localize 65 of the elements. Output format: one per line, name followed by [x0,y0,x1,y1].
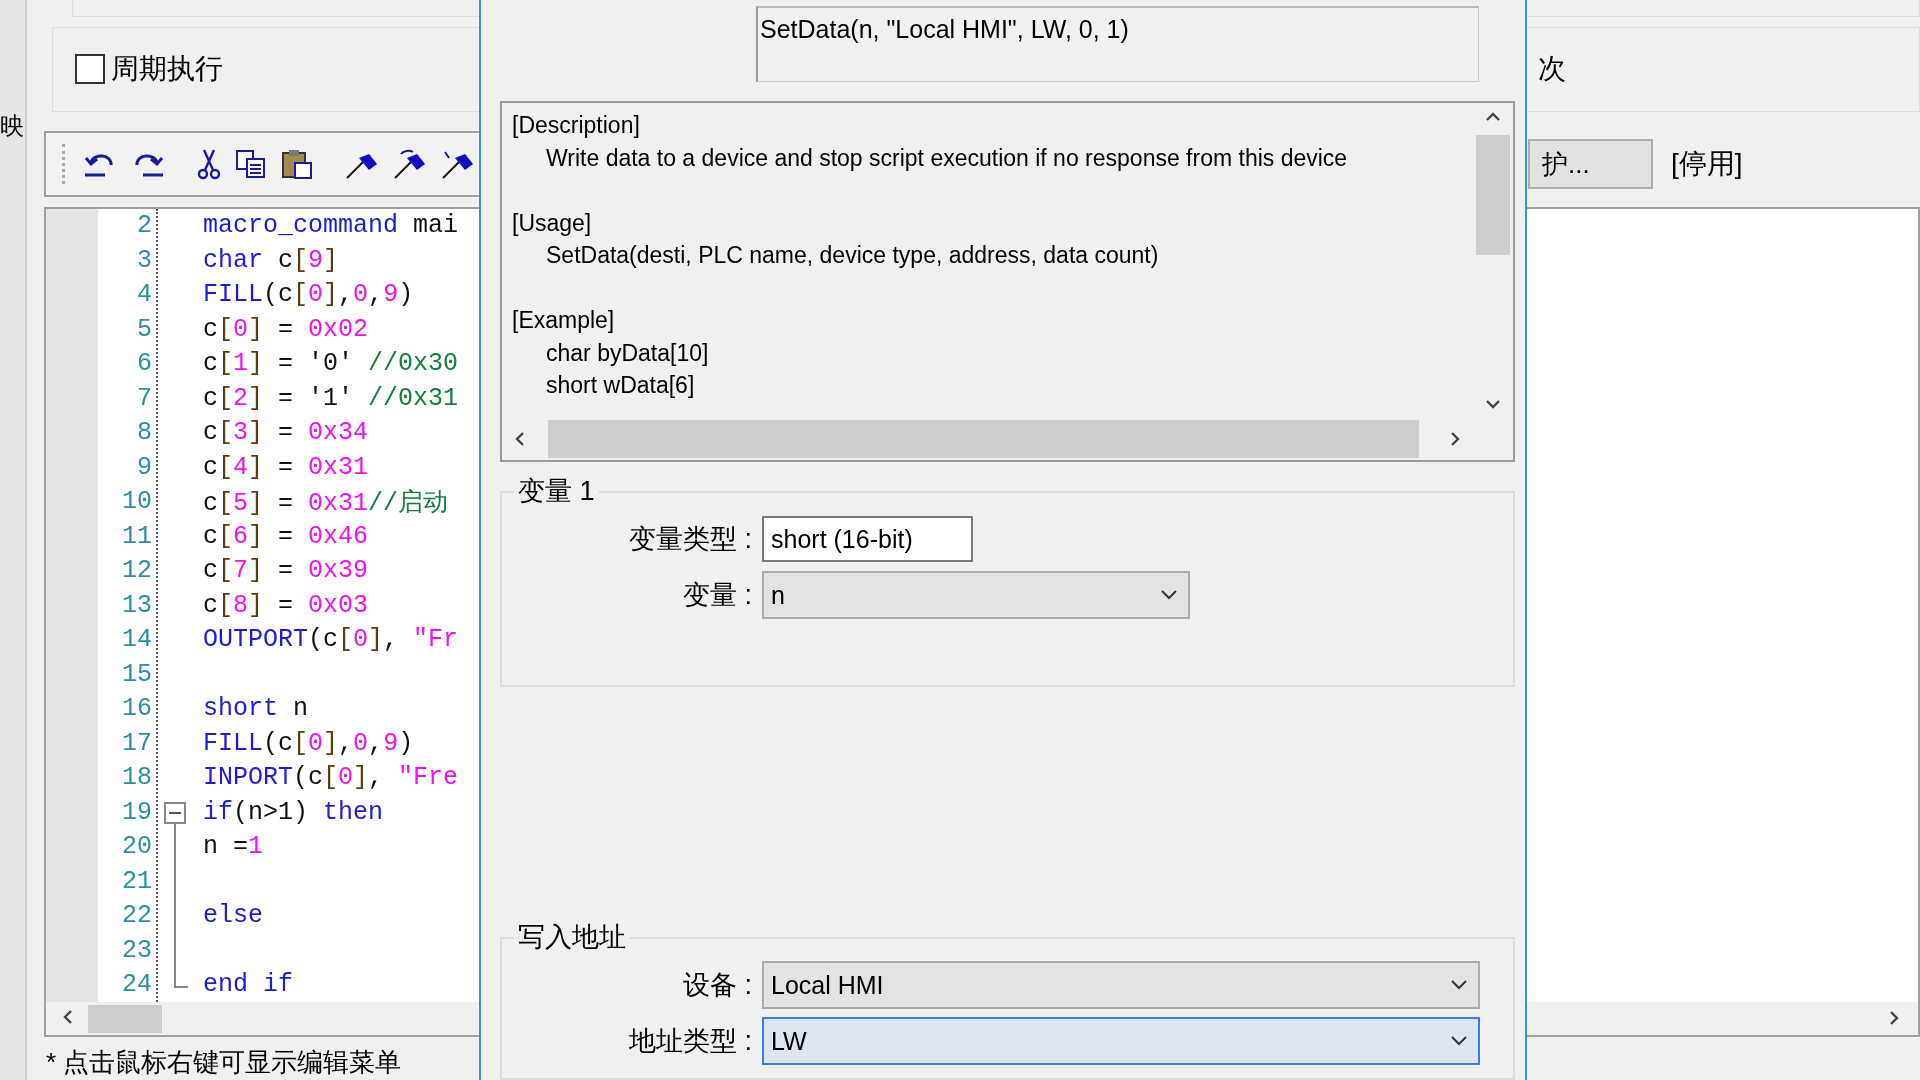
help-heading: [Usage] [512,208,593,238]
code-line: c[5] = 0x31//启动 [203,488,449,519]
code-line: INPORT(c[0], "Fre [203,763,459,793]
code-line: OUTPORT(c[0], "Fr [203,625,459,655]
field-label: 设备 : [682,969,753,1002]
code-line: end if [203,970,293,1000]
line-number: 20 [121,832,152,862]
code-line: c[1] = '0' //0x30 [203,349,459,379]
dropdown[interactable]: n [762,571,1190,619]
field-label: 地址类型 : [628,1025,753,1058]
code-line: macro_command mai [203,211,459,241]
line-number: 21 [121,866,152,896]
line-number: 22 [121,901,152,931]
code-line: short n [203,694,309,724]
line-number: 2 [136,211,152,241]
line-number: 15 [121,659,152,689]
line-number: 14 [121,625,152,655]
code-line: c[6] = 0x46 [203,521,369,551]
line-number: 23 [121,935,152,965]
field-label: 变量类型 : [628,523,753,556]
help-heading: [Description] [512,111,641,140]
help-heading: [Example] [512,306,616,335]
code-line: c[0] = 0x02 [203,314,369,344]
code-line: c[7] = 0x39 [203,556,369,586]
line-number: 6 [136,349,152,379]
line-number: 13 [121,590,152,620]
option-label: 次 [1538,52,1567,87]
line-number: 24 [121,970,152,1000]
line-number: 7 [136,383,152,413]
code-line: if(n>1) then [203,797,384,827]
hint-text: * 点击鼠标右键可显示编辑菜单 [45,1046,403,1079]
text-field[interactable]: short (16-bit) [762,516,973,562]
code-line: c[4] = 0x31 [203,452,369,482]
code-line: FILL(c[0],0,9) [203,728,414,758]
code-line: c[2] = '1' //0x31 [203,383,459,413]
line-number: 10 [121,487,152,517]
checkbox-label[interactable]: 周期执行 [111,50,223,89]
field-label: 变量 : [682,579,753,612]
dropdown[interactable]: Local HMI [762,961,1480,1009]
line-number: 8 [136,418,152,448]
help-text: Write data to a device and stop script execution if no response from this device [545,143,1349,173]
help-text: short wData[6] [545,371,696,400]
line-number: 11 [121,521,152,551]
line-number: 17 [121,728,152,758]
code-line: c[8] = 0x03 [203,590,369,620]
protect-button[interactable]: 护... [1528,139,1653,190]
line-number: 19 [121,797,152,827]
line-number: 5 [136,314,152,344]
line-number: 4 [136,280,152,310]
code-line: FILL(c[0],0,9) [203,280,414,310]
code-line: n =1 [203,832,264,862]
dropdown[interactable]: LW [762,1017,1480,1065]
line-number: 9 [136,452,152,482]
line-number: 18 [121,763,152,793]
code-line: c[3] = 0x34 [203,418,369,448]
line-number: 16 [121,694,152,724]
code-line: char c[9] [203,245,339,275]
command-preview: SetData(n, "Local HMI", LW, 0, 1) [756,6,1479,82]
line-number: 12 [121,556,152,586]
status-text: [停用] [1671,147,1743,182]
panel-label: 映 [0,111,25,141]
help-text: SetData(desti, PLC name, device type, address, data count) [545,241,1160,270]
line-number: 3 [136,245,152,275]
help-text: char byData[10] [545,338,710,368]
code-line: else [203,901,263,931]
